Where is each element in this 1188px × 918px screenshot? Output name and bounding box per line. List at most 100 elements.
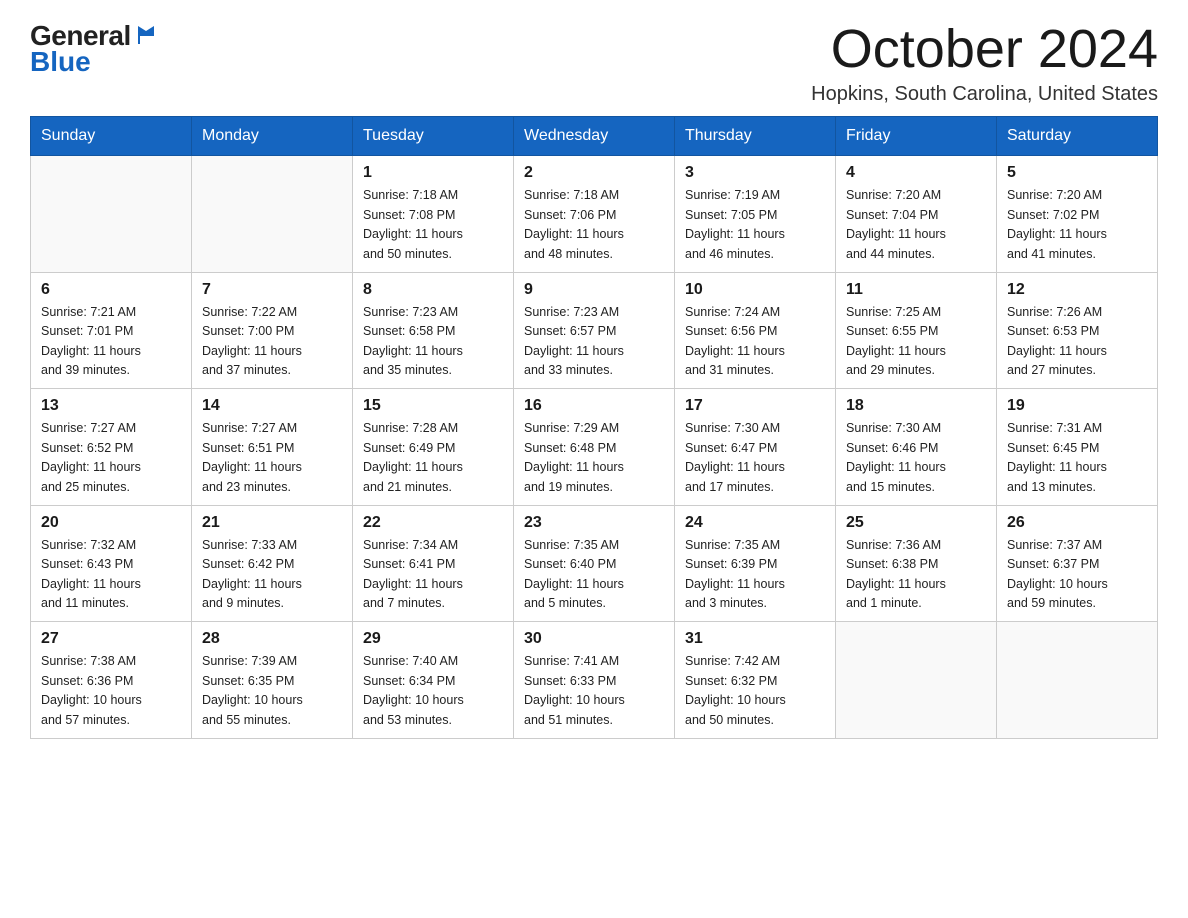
day-number: 22 [363, 514, 503, 532]
day-info: Sunrise: 7:32 AM Sunset: 6:43 PM Dayligh… [41, 536, 181, 614]
day-number: 4 [846, 164, 986, 182]
calendar-day-header: Wednesday [514, 117, 675, 156]
day-info: Sunrise: 7:33 AM Sunset: 6:42 PM Dayligh… [202, 536, 342, 614]
logo: General Blue [30, 20, 158, 78]
calendar-cell: 4 Sunrise: 7:20 AM Sunset: 7:04 PM Daylig… [836, 156, 997, 273]
calendar-cell: 31Sunrise: 7:42 AM Sunset: 6:32 PM Dayli… [675, 622, 836, 739]
day-number: 1 [363, 164, 503, 182]
calendar-cell [31, 156, 192, 273]
calendar-table: SundayMondayTuesdayWednesdayThursdayFrid… [30, 116, 1158, 739]
calendar-day-header: Tuesday [353, 117, 514, 156]
day-info: Sunrise: 7:18 AM Sunset: 7:08 PM Dayligh… [363, 186, 503, 264]
day-number: 11 [846, 281, 986, 299]
calendar-week-row: 13 Sunrise: 7:27 AM Sunset: 6:52 PM Dayli… [31, 389, 1158, 506]
day-info: Sunrise: 7:23 AM Sunset: 6:57 PM Dayligh… [524, 303, 664, 381]
location-text: Hopkins, South Carolina, United States [811, 83, 1158, 106]
calendar-day-header: Sunday [31, 117, 192, 156]
day-number: 7 [202, 281, 342, 299]
day-info: Sunrise: 7:25 AM Sunset: 6:55 PM Dayligh… [846, 303, 986, 381]
calendar-cell [997, 622, 1158, 739]
calendar-cell: 12 Sunrise: 7:26 AM Sunset: 6:53 PM Dayli… [997, 272, 1158, 389]
day-number: 2 [524, 164, 664, 182]
calendar-cell: 17 Sunrise: 7:30 AM Sunset: 6:47 PM Dayli… [675, 389, 836, 506]
day-number: 25 [846, 514, 986, 532]
day-info: Sunrise: 7:19 AM Sunset: 7:05 PM Dayligh… [685, 186, 825, 264]
day-info: Sunrise: 7:22 AM Sunset: 7:00 PM Dayligh… [202, 303, 342, 381]
calendar-cell: 5 Sunrise: 7:20 AM Sunset: 7:02 PM Daylig… [997, 156, 1158, 273]
day-info: Sunrise: 7:38 AM Sunset: 6:36 PM Dayligh… [41, 652, 181, 730]
day-info: Sunrise: 7:23 AM Sunset: 6:58 PM Dayligh… [363, 303, 503, 381]
page-header: General Blue October 2024 Hopkins, South… [30, 20, 1158, 106]
calendar-day-header: Saturday [997, 117, 1158, 156]
day-number: 28 [202, 630, 342, 648]
calendar-day-header: Thursday [675, 117, 836, 156]
calendar-cell: 15Sunrise: 7:28 AM Sunset: 6:49 PM Dayli… [353, 389, 514, 506]
day-number: 17 [685, 397, 825, 415]
day-number: 30 [524, 630, 664, 648]
calendar-week-row: 20 Sunrise: 7:32 AM Sunset: 6:43 PM Dayli… [31, 505, 1158, 622]
calendar-day-header: Friday [836, 117, 997, 156]
day-number: 29 [363, 630, 503, 648]
day-number: 27 [41, 630, 181, 648]
day-number: 13 [41, 397, 181, 415]
day-info: Sunrise: 7:24 AM Sunset: 6:56 PM Dayligh… [685, 303, 825, 381]
calendar-cell: 2 Sunrise: 7:18 AM Sunset: 7:06 PM Daylig… [514, 156, 675, 273]
day-info: Sunrise: 7:41 AM Sunset: 6:33 PM Dayligh… [524, 652, 664, 730]
calendar-cell: 29Sunrise: 7:40 AM Sunset: 6:34 PM Dayli… [353, 622, 514, 739]
calendar-week-row: 6Sunrise: 7:21 AM Sunset: 7:01 PM Daylig… [31, 272, 1158, 389]
calendar-cell: 19 Sunrise: 7:31 AM Sunset: 6:45 PM Dayli… [997, 389, 1158, 506]
day-number: 20 [41, 514, 181, 532]
calendar-cell [836, 622, 997, 739]
calendar-cell: 14 Sunrise: 7:27 AM Sunset: 6:51 PM Dayli… [192, 389, 353, 506]
calendar-day-header: Monday [192, 117, 353, 156]
calendar-cell: 25 Sunrise: 7:36 AM Sunset: 6:38 PM Dayli… [836, 505, 997, 622]
day-info: Sunrise: 7:37 AM Sunset: 6:37 PM Dayligh… [1007, 536, 1147, 614]
calendar-cell: 3Sunrise: 7:19 AM Sunset: 7:05 PM Daylig… [675, 156, 836, 273]
calendar-cell: 20 Sunrise: 7:32 AM Sunset: 6:43 PM Dayli… [31, 505, 192, 622]
calendar-cell: 21 Sunrise: 7:33 AM Sunset: 6:42 PM Dayli… [192, 505, 353, 622]
calendar-cell: 30 Sunrise: 7:41 AM Sunset: 6:33 PM Dayli… [514, 622, 675, 739]
day-info: Sunrise: 7:30 AM Sunset: 6:47 PM Dayligh… [685, 419, 825, 497]
calendar-cell: 8 Sunrise: 7:23 AM Sunset: 6:58 PM Daylig… [353, 272, 514, 389]
calendar-cell: 10 Sunrise: 7:24 AM Sunset: 6:56 PM Dayli… [675, 272, 836, 389]
day-number: 9 [524, 281, 664, 299]
day-info: Sunrise: 7:28 AM Sunset: 6:49 PM Dayligh… [363, 419, 503, 497]
calendar-cell: 13 Sunrise: 7:27 AM Sunset: 6:52 PM Dayli… [31, 389, 192, 506]
day-info: Sunrise: 7:34 AM Sunset: 6:41 PM Dayligh… [363, 536, 503, 614]
calendar-cell: 22 Sunrise: 7:34 AM Sunset: 6:41 PM Dayli… [353, 505, 514, 622]
day-info: Sunrise: 7:36 AM Sunset: 6:38 PM Dayligh… [846, 536, 986, 614]
day-number: 10 [685, 281, 825, 299]
day-number: 8 [363, 281, 503, 299]
day-info: Sunrise: 7:31 AM Sunset: 6:45 PM Dayligh… [1007, 419, 1147, 497]
day-info: Sunrise: 7:20 AM Sunset: 7:02 PM Dayligh… [1007, 186, 1147, 264]
day-number: 12 [1007, 281, 1147, 299]
day-info: Sunrise: 7:27 AM Sunset: 6:52 PM Dayligh… [41, 419, 181, 497]
day-number: 16 [524, 397, 664, 415]
calendar-cell: 7 Sunrise: 7:22 AM Sunset: 7:00 PM Daylig… [192, 272, 353, 389]
day-number: 24 [685, 514, 825, 532]
day-number: 14 [202, 397, 342, 415]
calendar-week-row: 1 Sunrise: 7:18 AM Sunset: 7:08 PM Daylig… [31, 156, 1158, 273]
day-info: Sunrise: 7:29 AM Sunset: 6:48 PM Dayligh… [524, 419, 664, 497]
calendar-cell: 26 Sunrise: 7:37 AM Sunset: 6:37 PM Dayli… [997, 505, 1158, 622]
calendar-cell: 11 Sunrise: 7:25 AM Sunset: 6:55 PM Dayli… [836, 272, 997, 389]
day-info: Sunrise: 7:26 AM Sunset: 6:53 PM Dayligh… [1007, 303, 1147, 381]
month-title: October 2024 [811, 20, 1158, 79]
day-info: Sunrise: 7:20 AM Sunset: 7:04 PM Dayligh… [846, 186, 986, 264]
day-number: 5 [1007, 164, 1147, 182]
logo-blue-text: Blue [30, 46, 91, 78]
calendar-cell: 9 Sunrise: 7:23 AM Sunset: 6:57 PM Daylig… [514, 272, 675, 389]
calendar-cell: 6Sunrise: 7:21 AM Sunset: 7:01 PM Daylig… [31, 272, 192, 389]
day-info: Sunrise: 7:21 AM Sunset: 7:01 PM Dayligh… [41, 303, 181, 381]
calendar-cell: 18Sunrise: 7:30 AM Sunset: 6:46 PM Dayli… [836, 389, 997, 506]
day-info: Sunrise: 7:18 AM Sunset: 7:06 PM Dayligh… [524, 186, 664, 264]
day-number: 21 [202, 514, 342, 532]
calendar-cell: 23Sunrise: 7:35 AM Sunset: 6:40 PM Dayli… [514, 505, 675, 622]
day-info: Sunrise: 7:35 AM Sunset: 6:39 PM Dayligh… [685, 536, 825, 614]
day-number: 19 [1007, 397, 1147, 415]
day-number: 26 [1007, 514, 1147, 532]
calendar-cell: 16 Sunrise: 7:29 AM Sunset: 6:48 PM Dayli… [514, 389, 675, 506]
calendar-cell [192, 156, 353, 273]
day-info: Sunrise: 7:27 AM Sunset: 6:51 PM Dayligh… [202, 419, 342, 497]
calendar-cell: 28Sunrise: 7:39 AM Sunset: 6:35 PM Dayli… [192, 622, 353, 739]
